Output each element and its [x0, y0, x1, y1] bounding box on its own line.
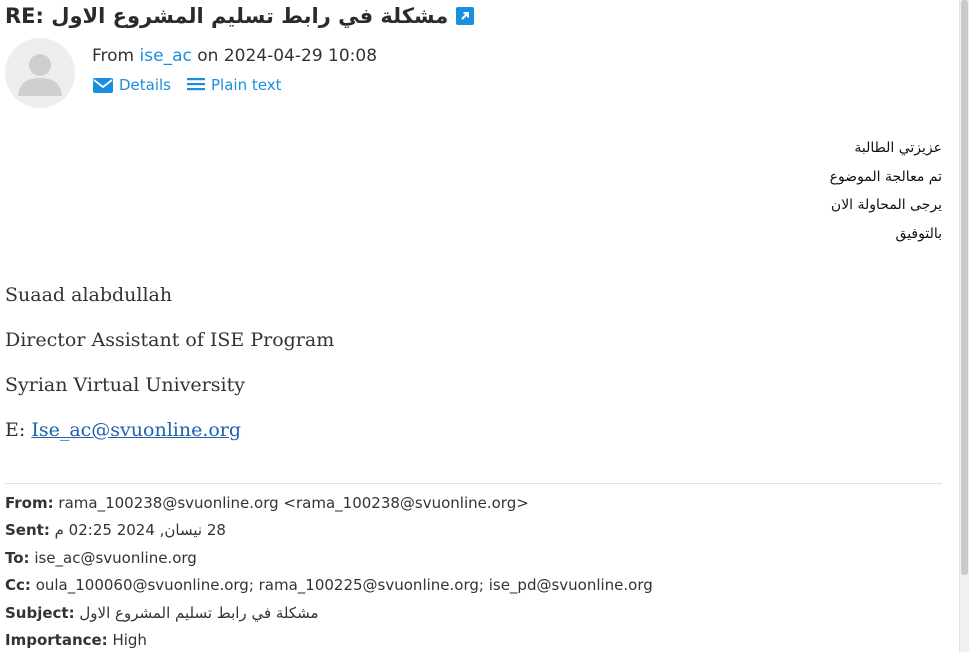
quoted-to-label: To: [5, 548, 30, 567]
quoted-to-value: ise_ac@svuonline.org [34, 548, 197, 567]
external-link-icon[interactable] [456, 7, 475, 25]
message-subject-row: RE: مشكلة في رابط تسليم المشروع الاول [5, 2, 475, 30]
signature: Suaad alabdullah Director Assistant of I… [5, 281, 334, 461]
lines-icon [187, 78, 206, 91]
details-link[interactable]: Details [93, 76, 171, 94]
body-line: يرجى المحاولة الان [830, 197, 942, 213]
quoted-to-row: To: ise_ac@svuonline.org [5, 546, 653, 573]
plain-text-link[interactable]: Plain text [187, 76, 281, 94]
message-subject: RE: مشكلة في رابط تسليم المشروع الاول [5, 4, 449, 28]
details-label: Details [119, 76, 172, 94]
signature-title: Director Assistant of ISE Program [5, 329, 335, 351]
body-line: تم معالجة الموضوع [829, 168, 942, 185]
quoted-cc-value: oula_100060@svuonline.org; rama_100225@s… [35, 576, 653, 595]
from-line: From ise_ac on 2024-04-29 10:08 [92, 46, 377, 66]
body-line: عزيزتي الطالبة [854, 140, 942, 156]
user-placeholder-icon [18, 54, 62, 96]
quoted-sent-label: Sent: [5, 521, 50, 540]
quoted-cc-row: Cc: oula_100060@svuonline.org; rama_1002… [5, 573, 653, 600]
signature-org: Syrian Virtual University [5, 374, 245, 396]
envelope-icon [93, 77, 113, 93]
quoted-subject-row: Subject: مشكلة في رابط تسليم المشروع الا… [5, 601, 653, 628]
quoted-sent-row: Sent: 28 نيسان, 2024 02:25 م [5, 518, 653, 545]
message-body-arabic: عزيزتي الطالبة تم معالجة الموضوع يرجى ال… [830, 134, 942, 248]
quote-divider [5, 483, 942, 484]
date-prefix: on [197, 46, 219, 66]
quoted-importance-value: High [112, 630, 147, 649]
quoted-subject-value: مشكلة في رابط تسليم المشروع الاول [79, 603, 319, 622]
plain-text-label: Plain text [211, 76, 282, 94]
signature-name: Suaad alabdullah [5, 284, 173, 306]
quoted-importance-label: Importance: [5, 630, 108, 649]
signature-email-line: E: Ise_ac@svuonline.org [5, 416, 334, 461]
quoted-header: From: rama_100238@svuonline.org <rama_10… [5, 491, 653, 655]
external-link-glyph [461, 12, 470, 20]
sender-link[interactable]: ise_ac [140, 46, 192, 66]
message-datetime: 2024-04-29 10:08 [223, 46, 378, 66]
quoted-importance-row: Importance: High [5, 628, 653, 655]
scrollbar-thumb[interactable] [961, 0, 968, 575]
quoted-sent-value: 28 نيسان, 2024 02:25 م [54, 521, 226, 540]
quoted-from-label: From: [5, 494, 54, 512]
quoted-subject-label: Subject: [5, 603, 75, 622]
signature-email-link[interactable]: Ise_ac@svuonline.org [31, 419, 241, 441]
body-line: بالتوفيق [895, 225, 942, 242]
sender-avatar [5, 38, 75, 108]
signature-email-label: E: [5, 419, 26, 441]
header-links: Details Plain text [93, 76, 281, 94]
from-prefix: From [92, 46, 135, 66]
quoted-from-row: From: rama_100238@svuonline.org <rama_10… [5, 491, 653, 518]
quoted-cc-label: Cc: [5, 576, 31, 595]
quoted-from-value: rama_100238@svuonline.org <rama_100238@s… [58, 494, 529, 512]
